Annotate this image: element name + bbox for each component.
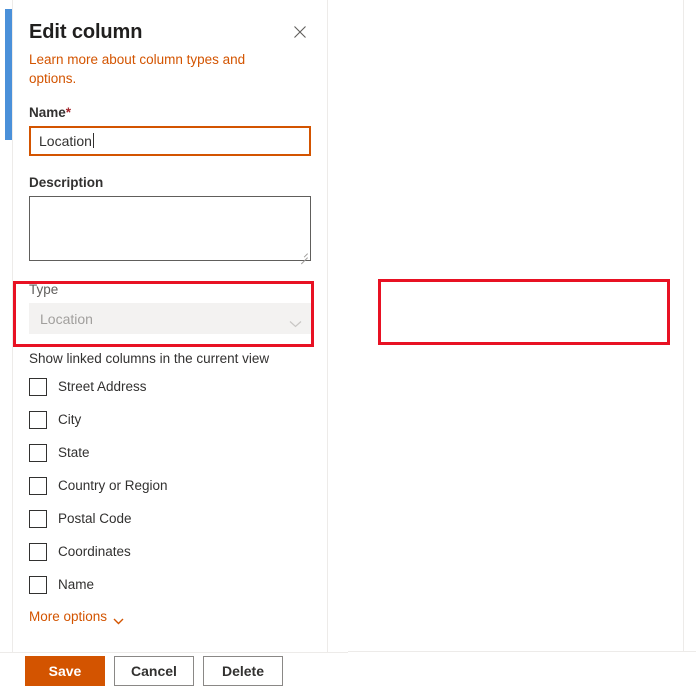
checkbox[interactable] bbox=[29, 543, 47, 561]
list-item[interactable]: Name bbox=[29, 576, 311, 594]
panel-header: Edit column bbox=[29, 20, 311, 44]
chevron-down-icon bbox=[289, 315, 302, 327]
panel-right-border bbox=[683, 0, 684, 652]
checkbox[interactable] bbox=[29, 444, 47, 462]
list-item[interactable]: State bbox=[29, 444, 311, 462]
save-button[interactable]: Save bbox=[25, 656, 105, 686]
list-item-label: Street Address bbox=[58, 379, 147, 394]
learn-more-link[interactable]: Learn more about column types and option… bbox=[29, 50, 269, 88]
panel-accent-bar bbox=[5, 9, 12, 140]
checkbox[interactable] bbox=[29, 378, 47, 396]
list-item-label: Country or Region bbox=[58, 478, 168, 493]
page-title: Edit column bbox=[29, 21, 143, 43]
list-item-label: Postal Code bbox=[58, 511, 132, 526]
checkbox[interactable] bbox=[29, 477, 47, 495]
type-dropdown-value: Location bbox=[40, 310, 93, 327]
screenshot-stage: Edit column Learn more about column type… bbox=[0, 0, 696, 695]
list-item-label: State bbox=[58, 445, 90, 460]
list-item[interactable]: Street Address bbox=[29, 378, 311, 396]
list-item[interactable]: Postal Code bbox=[29, 510, 311, 528]
checkbox[interactable] bbox=[29, 576, 47, 594]
edit-column-panel-number: Edit column Learn more about column type… bbox=[348, 0, 696, 695]
more-options-toggle[interactable]: More options bbox=[29, 609, 311, 625]
edit-column-panel-location: Edit column Learn more about column type… bbox=[0, 0, 348, 695]
text-caret bbox=[92, 133, 94, 148]
checkbox[interactable] bbox=[29, 510, 47, 528]
panel-scroll-region[interactable]: Edit column Learn more about column type… bbox=[13, 0, 327, 695]
cancel-button[interactable]: Cancel bbox=[114, 656, 194, 686]
location-type-field: Type Location bbox=[29, 281, 311, 334]
list-item[interactable]: Country or Region bbox=[29, 477, 311, 495]
list-item[interactable]: City bbox=[29, 411, 311, 429]
delete-button[interactable]: Delete bbox=[203, 656, 283, 686]
annotation-highlight-type-number bbox=[378, 279, 670, 345]
description-field-label: Description bbox=[29, 175, 104, 190]
chevron-down-icon bbox=[113, 613, 124, 625]
resize-grip-icon[interactable] bbox=[299, 249, 308, 265]
panel-right-border bbox=[327, 0, 328, 652]
list-item-label: City bbox=[58, 412, 82, 427]
type-dropdown: Location bbox=[29, 303, 311, 334]
description-textarea[interactable] bbox=[29, 196, 311, 265]
name-field-label: Name* bbox=[29, 105, 72, 120]
name-input[interactable]: Location bbox=[29, 126, 311, 156]
list-item-label: Name bbox=[58, 577, 95, 592]
linked-columns-note: Show linked columns in the current view bbox=[29, 351, 270, 366]
required-marker: * bbox=[65, 105, 72, 120]
panel-content-bottom-edge bbox=[348, 651, 696, 652]
close-icon[interactable] bbox=[289, 21, 311, 43]
checkbox[interactable] bbox=[29, 411, 47, 429]
linked-columns-list: Street Address City State Country or Reg… bbox=[29, 378, 311, 594]
name-input-value: Location bbox=[39, 133, 92, 149]
list-item-label: Coordinates bbox=[58, 544, 131, 559]
panel-footer: Save Cancel Delete bbox=[25, 656, 292, 686]
more-options-label: More options bbox=[29, 609, 108, 624]
type-field-label: Type bbox=[29, 282, 59, 297]
list-item[interactable]: Coordinates bbox=[29, 543, 311, 561]
